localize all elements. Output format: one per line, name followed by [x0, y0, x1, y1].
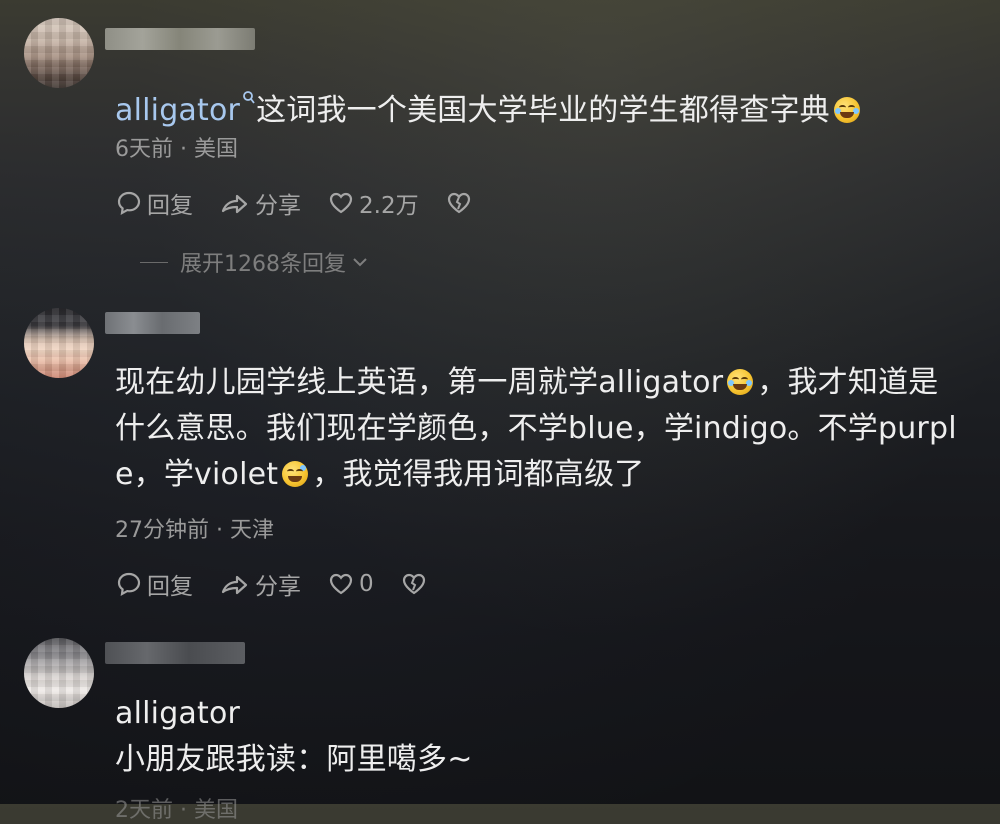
comment-meta: 6天前 · 美国	[115, 131, 238, 163]
comment-actions: 回复 分享 0	[115, 567, 458, 601]
expand-replies-label: 展开1268条回复	[180, 252, 346, 277]
search-icon[interactable]	[242, 76, 256, 104]
share-arrow-icon	[221, 194, 248, 214]
chevron-down-icon	[353, 258, 367, 267]
expand-divider	[140, 261, 168, 263]
comment-text-rest: 这词我一个美国大学毕业的学生都得查字典	[256, 93, 830, 128]
heart-icon	[329, 573, 353, 595]
reply-button[interactable]: 回复	[115, 186, 193, 220]
meta-separator: ·	[180, 137, 194, 162]
comment-text: 现在幼儿园学线上英语，第一周就学alligator ，我才知道是 什么意思。我们现…	[115, 360, 960, 498]
laughing-emoji-icon	[727, 369, 754, 395]
like-button[interactable]: 2.2万	[327, 186, 419, 220]
share-arrow-icon	[221, 575, 248, 595]
laughing-emoji-icon	[833, 97, 860, 123]
reply-button[interactable]: 回复	[115, 567, 193, 601]
comment-meta: 2天前 · 美国	[115, 792, 238, 824]
heart-icon	[329, 192, 353, 214]
comment-location: 美国	[194, 137, 239, 162]
comment-actions: 回复 分享 2.2万	[115, 186, 503, 220]
meta-separator: ·	[180, 798, 194, 823]
comment-time: 27分钟前	[115, 518, 209, 543]
avatar[interactable]	[24, 18, 94, 88]
like-count: 0	[359, 571, 374, 597]
search-link[interactable]: alligator	[115, 93, 240, 128]
comment-line: alligator 这词我一个美国大学毕业的学生都得查字典	[115, 76, 960, 128]
comment-meta: 27分钟前 · 天津	[115, 512, 274, 544]
like-count: 2.2万	[359, 193, 419, 219]
reply-label: 回复	[147, 574, 193, 600]
reply-bubble-icon	[117, 191, 141, 216]
broken-heart-icon	[447, 192, 470, 214]
reply-bubble-icon	[117, 572, 141, 597]
expand-replies-button[interactable]: 展开1268条回复	[140, 246, 370, 278]
dislike-button[interactable]	[400, 570, 432, 598]
comment-text: alligator 小朋友跟我读：阿里噶多~	[115, 691, 960, 783]
dislike-button[interactable]	[445, 189, 477, 217]
broken-heart-icon	[402, 573, 425, 595]
avatar[interactable]	[24, 638, 94, 708]
meta-separator: ·	[216, 518, 230, 543]
share-label: 分享	[255, 193, 301, 219]
comment-line: e，学violet ，我觉得我用词都高级了	[115, 457, 645, 492]
comment-line: alligator	[115, 696, 241, 731]
like-button[interactable]: 0	[327, 570, 374, 598]
reply-label: 回复	[147, 193, 193, 219]
share-button[interactable]: 分享	[219, 567, 301, 601]
comment-text: alligator 这词我一个美国大学毕业的学生都得查字典	[115, 76, 960, 128]
comment-location: 天津	[230, 518, 275, 543]
comment-line: 现在幼儿园学线上英语，第一周就学alligator ，我才知道是	[115, 365, 939, 400]
comment-line: 小朋友跟我读：阿里噶多~	[115, 742, 473, 777]
share-button[interactable]: 分享	[219, 186, 301, 220]
comment-time: 6天前	[115, 137, 173, 162]
username-blurred[interactable]	[105, 642, 245, 664]
comment-time: 2天前	[115, 798, 173, 823]
avatar[interactable]	[24, 308, 94, 378]
username-blurred[interactable]	[105, 312, 200, 334]
share-label: 分享	[255, 574, 301, 600]
comment-line: 什么意思。我们现在学颜色，不学blue，学indigo。不学purpl	[115, 411, 957, 446]
comment-location: 美国	[194, 798, 239, 823]
grinning-sweat-emoji-icon	[282, 461, 309, 487]
username-blurred[interactable]	[105, 28, 255, 50]
